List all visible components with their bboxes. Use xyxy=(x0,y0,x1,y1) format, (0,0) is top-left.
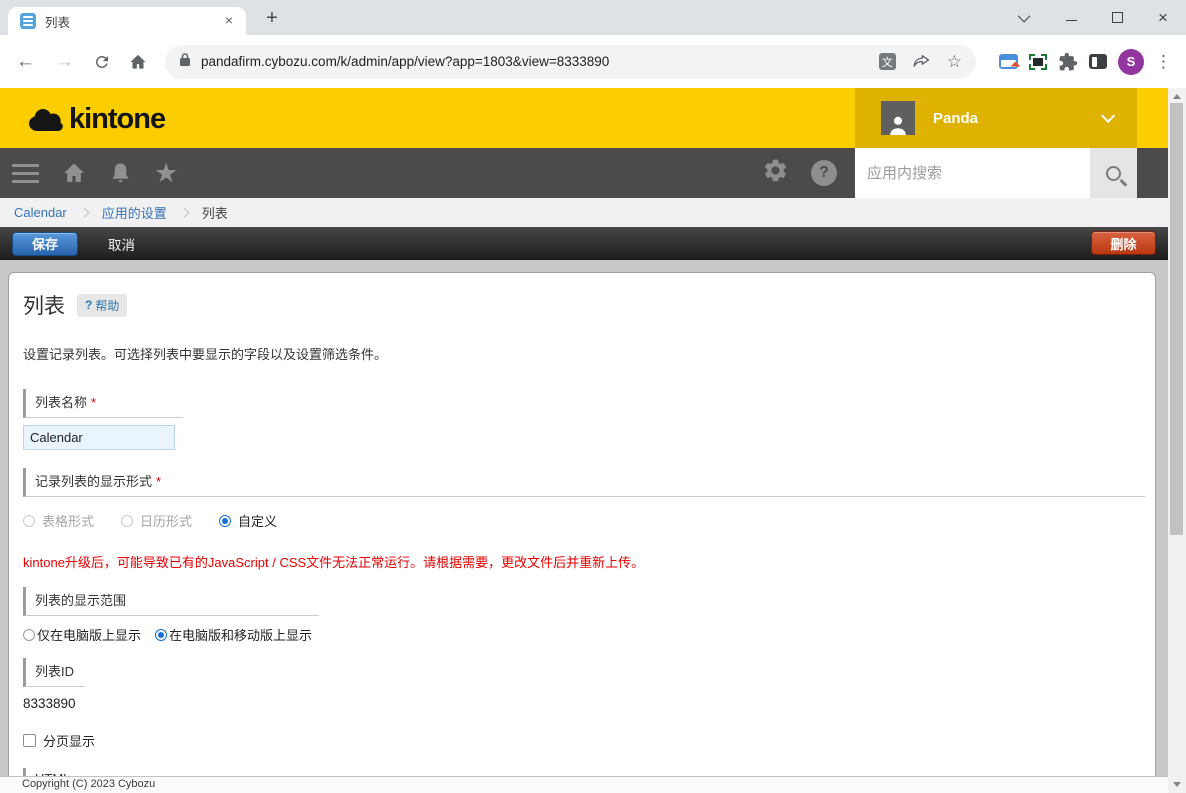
scrollbar-thumb[interactable] xyxy=(1170,103,1183,535)
browser-tab[interactable]: 列表 × xyxy=(8,7,246,35)
tab-title: 列表 xyxy=(45,12,220,31)
kintone-logo-text: kintone xyxy=(69,103,165,136)
lock-icon xyxy=(179,52,191,72)
tab-close-icon[interactable]: × xyxy=(220,12,238,30)
extensions-row: S ⋮ xyxy=(988,49,1186,75)
pagination-option[interactable]: 分页显示 xyxy=(23,731,1155,750)
page-description: 设置记录列表。可选择列表中要显示的字段以及设置筛选条件。 xyxy=(23,344,1155,363)
view-id-value: 8333890 xyxy=(23,696,1155,711)
fullscreen-extension-icon[interactable] xyxy=(1029,54,1047,70)
side-panel-icon[interactable] xyxy=(1089,54,1107,69)
help-icon[interactable]: ? xyxy=(811,160,837,186)
maximize-button[interactable] xyxy=(1094,0,1140,35)
back-icon[interactable]: ← xyxy=(16,52,35,71)
scroll-up-icon[interactable] xyxy=(1173,94,1181,99)
global-nav-bar: ★ ? xyxy=(0,148,1168,198)
display-scope-options: 仅在电脑版上显示 在电脑版和移动版上显示 xyxy=(23,625,1155,644)
view-settings-panel: 列表 ? 帮助 设置记录列表。可选择列表中要显示的字段以及设置筛选条件。 列表名… xyxy=(8,272,1156,793)
capture-extension-icon[interactable] xyxy=(999,54,1018,69)
address-bar[interactable]: pandafirm.cybozu.com/k/admin/app/view?ap… xyxy=(165,45,976,79)
radio-icon xyxy=(23,515,35,527)
save-button[interactable]: 保存 xyxy=(12,232,78,256)
user-name: Panda xyxy=(933,110,978,127)
radio-table-format: 表格形式 xyxy=(23,511,94,530)
content-area: 列表 ? 帮助 设置记录列表。可选择列表中要显示的字段以及设置筛选条件。 列表名… xyxy=(0,260,1168,793)
display-format-label: 记录列表的显示形式* xyxy=(23,468,1145,497)
required-mark: * xyxy=(156,474,161,489)
forward-icon: → xyxy=(55,52,74,71)
profile-avatar[interactable]: S xyxy=(1118,49,1144,75)
action-toolbar: 保存 取消 删除 xyxy=(0,227,1168,260)
browser-menu-icon[interactable]: ⋮ xyxy=(1155,52,1172,72)
bookmark-star-icon[interactable]: ☆ xyxy=(947,53,962,70)
app-search-input[interactable] xyxy=(855,148,1090,198)
radio-custom-format[interactable]: 自定义 xyxy=(219,511,277,530)
search-button[interactable] xyxy=(1090,148,1137,198)
reload-icon[interactable] xyxy=(93,53,111,71)
required-mark: * xyxy=(91,395,96,410)
list-favicon-icon xyxy=(20,13,36,29)
favorites-star-icon[interactable]: ★ xyxy=(154,160,178,187)
notifications-bell-icon[interactable] xyxy=(109,161,132,185)
breadcrumb-app-link[interactable]: Calendar xyxy=(14,205,67,220)
chevron-down-icon xyxy=(1101,109,1115,123)
window-controls: × xyxy=(1002,0,1186,35)
kintone-header: kintone Panda xyxy=(0,88,1168,148)
view-id-label: 列表ID xyxy=(23,658,85,687)
minimize-button[interactable] xyxy=(1048,0,1094,35)
radio-pc-and-mobile[interactable]: 在电脑版和移动版上显示 xyxy=(155,625,312,644)
tab-strip: 列表 × + × xyxy=(0,0,1186,35)
upgrade-warning: kintone升级后，可能导致已有的JavaScript / CSS文件无法正常… xyxy=(23,552,1155,571)
breadcrumb-settings-link[interactable]: 应用的设置 xyxy=(102,203,167,222)
user-avatar-icon xyxy=(881,101,915,135)
translate-icon[interactable]: 文 xyxy=(879,53,896,70)
radio-icon[interactable] xyxy=(23,629,35,641)
radio-selected-icon[interactable] xyxy=(155,629,167,641)
home-icon[interactable] xyxy=(128,52,148,72)
hamburger-menu-icon[interactable] xyxy=(12,164,39,183)
search-icon xyxy=(1106,166,1121,181)
breadcrumb: Calendar 应用的设置 列表 xyxy=(0,198,1168,227)
radio-selected-icon[interactable] xyxy=(219,515,231,527)
tab-search-icon[interactable] xyxy=(1002,0,1048,35)
close-window-button[interactable]: × xyxy=(1140,0,1186,35)
view-name-label: 列表名称* xyxy=(23,389,183,418)
delete-button[interactable]: 删除 xyxy=(1091,231,1156,255)
breadcrumb-current: 列表 xyxy=(202,203,228,222)
share-icon[interactable] xyxy=(912,53,931,70)
user-menu[interactable]: Panda xyxy=(855,88,1137,148)
copyright-footer: Copyright (C) 2023 Cybozu xyxy=(0,776,1168,793)
scroll-down-icon[interactable] xyxy=(1173,782,1181,787)
breadcrumb-separator-icon xyxy=(179,208,189,218)
new-tab-button[interactable]: + xyxy=(259,6,285,32)
pagination-label: 分页显示 xyxy=(43,731,95,750)
view-name-input[interactable] xyxy=(23,425,175,450)
cloud-icon xyxy=(28,106,64,133)
help-badge-label: 帮助 xyxy=(95,297,119,314)
help-badge[interactable]: ? 帮助 xyxy=(77,294,127,317)
settings-gear-icon[interactable] xyxy=(762,157,789,189)
url-text: pandafirm.cybozu.com/k/admin/app/view?ap… xyxy=(201,54,863,69)
kintone-logo[interactable]: kintone xyxy=(28,103,165,136)
question-icon: ? xyxy=(85,298,92,312)
radio-pc-only[interactable]: 仅在电脑版上显示 xyxy=(23,625,141,644)
puzzle-extensions-icon[interactable] xyxy=(1058,52,1078,72)
page-title: 列表 xyxy=(23,290,65,320)
radio-icon xyxy=(121,515,133,527)
cancel-button[interactable]: 取消 xyxy=(108,234,135,254)
display-format-options: 表格形式 日历形式 自定义 xyxy=(23,511,1155,530)
browser-toolbar: ← → pandafirm.cybozu.com/k/admin/app/vie… xyxy=(0,35,1186,88)
checkbox-icon[interactable] xyxy=(23,734,36,747)
portal-home-icon[interactable] xyxy=(61,161,87,185)
display-scope-label: 列表的显示范围 xyxy=(23,587,319,616)
breadcrumb-separator-icon xyxy=(79,208,89,218)
page-scrollbar[interactable] xyxy=(1168,88,1186,793)
radio-calendar-format: 日历形式 xyxy=(121,511,192,530)
